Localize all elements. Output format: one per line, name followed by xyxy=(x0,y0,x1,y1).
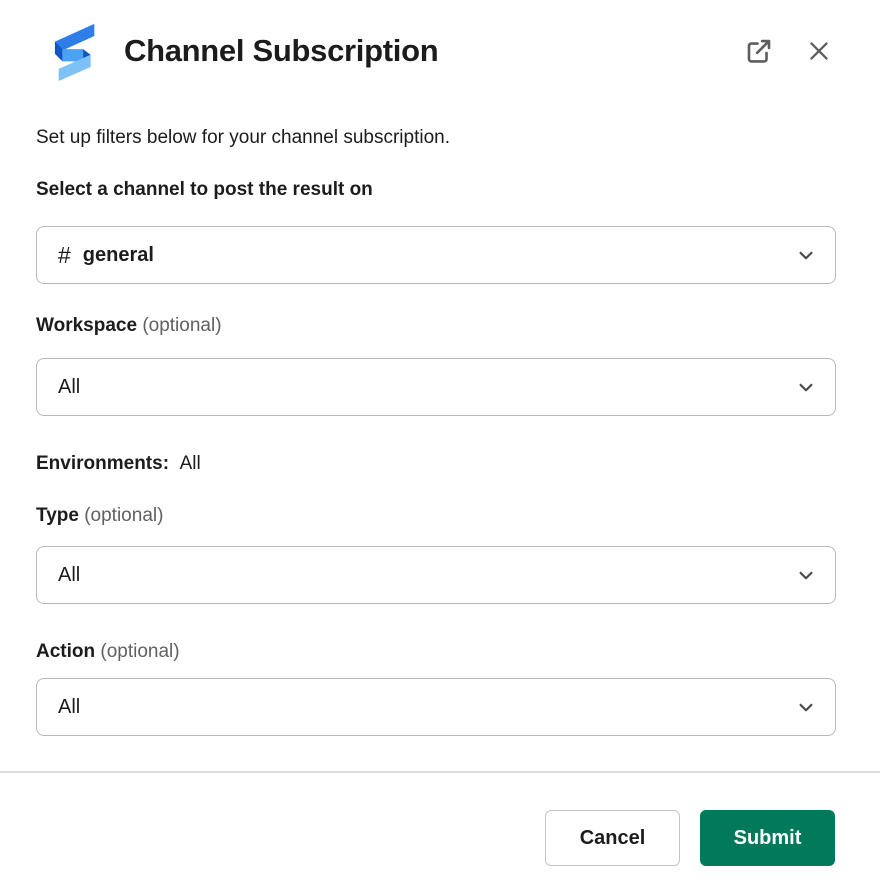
chevron-down-icon xyxy=(793,242,819,268)
action-select[interactable]: All xyxy=(36,678,836,736)
channel-field-label: Select a channel to post the result on xyxy=(36,178,836,202)
close-icon xyxy=(806,38,832,64)
workspace-optional-hint: (optional) xyxy=(142,315,221,336)
external-link-icon xyxy=(744,36,774,66)
cancel-button[interactable]: Cancel xyxy=(545,810,680,866)
modal-footer: Cancel Submit xyxy=(0,771,880,892)
workspace-select-value: All xyxy=(58,376,80,399)
type-select-value: All xyxy=(58,564,80,587)
channel-subscription-modal: Channel Subscription xyxy=(0,0,880,892)
open-external-button[interactable] xyxy=(742,34,776,68)
action-optional-hint: (optional) xyxy=(100,641,179,662)
channel-select-value: general xyxy=(83,244,154,267)
intro-text: Set up filters below for your channel su… xyxy=(36,125,836,150)
spacelift-logo-icon xyxy=(36,20,102,82)
action-select-value: All xyxy=(58,696,80,719)
submit-button[interactable]: Submit xyxy=(700,810,835,866)
environments-label: Environments: xyxy=(36,453,169,474)
channel-hash-prefix: # xyxy=(58,242,71,269)
chevron-down-icon xyxy=(793,694,819,720)
channel-select[interactable]: # general xyxy=(36,226,836,284)
action-field-label: Action (optional) xyxy=(36,640,836,664)
close-button[interactable] xyxy=(804,36,834,66)
environments-row: Environments: All xyxy=(36,452,836,476)
modal-body: Set up filters below for your channel su… xyxy=(0,82,880,736)
workspace-select[interactable]: All xyxy=(36,358,836,416)
workspace-field-label: Workspace (optional) xyxy=(36,314,836,338)
type-optional-hint: (optional) xyxy=(84,505,163,526)
modal-title: Channel Subscription xyxy=(124,33,742,69)
type-field-label: Type (optional) xyxy=(36,504,836,528)
modal-header: Channel Subscription xyxy=(0,0,880,82)
header-actions xyxy=(742,34,834,68)
chevron-down-icon xyxy=(793,562,819,588)
chevron-down-icon xyxy=(793,374,819,400)
type-select[interactable]: All xyxy=(36,546,836,604)
